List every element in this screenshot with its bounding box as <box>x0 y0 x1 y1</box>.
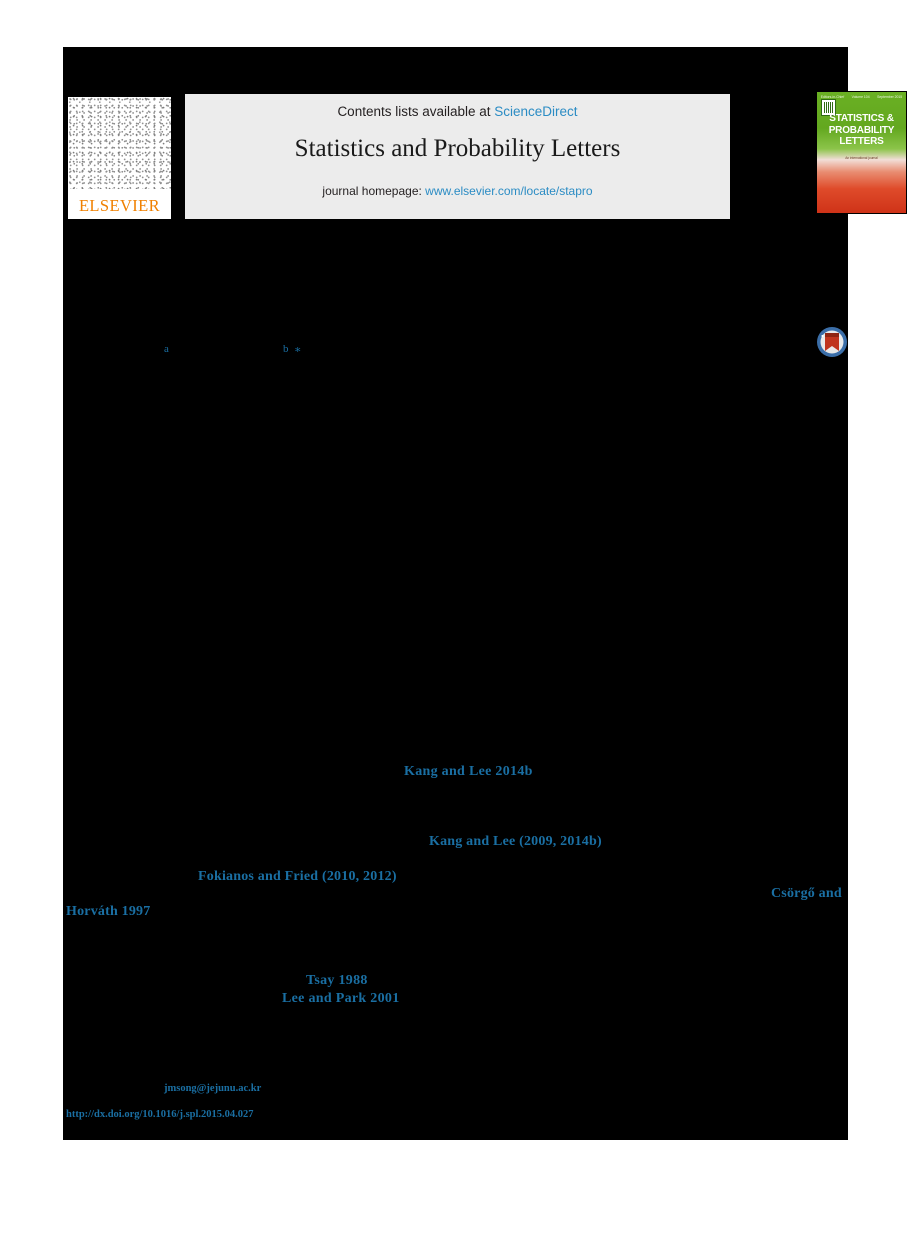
elsevier-wordmark: ELSEVIER <box>78 196 161 215</box>
citation-kang-lee-2009-2014b[interactable]: Kang and Lee (2009, 2014b) <box>429 834 602 850</box>
journal-cover-masthead-item-1: Volume 104 <box>851 95 870 99</box>
corresponding-author-email-link[interactable]: jmsong@jejunu.ac.kr <box>164 1083 261 1094</box>
journal-cover-title: STATISTICS & PROBABILITY LETTERS <box>817 113 906 148</box>
citation-tsay-1988[interactable]: Tsay 1988 <box>306 973 368 989</box>
journal-homepage-line: journal homepage: www.elsevier.com/locat… <box>322 184 592 198</box>
journal-cover-title-line-2: PROBABILITY <box>828 124 895 136</box>
citation-lee-park-2001[interactable]: Lee and Park 2001 <box>282 991 400 1007</box>
elsevier-tree-icon <box>68 97 171 189</box>
contents-lists-label: Contents lists available at <box>337 104 495 119</box>
author-affiliation-marker-a[interactable]: a <box>164 343 169 355</box>
corresponding-author-marker[interactable]: ∗ <box>294 343 301 356</box>
contents-lists-line: Contents lists available at ScienceDirec… <box>337 104 577 119</box>
journal-cover-title-line-1: STATISTICS & <box>829 113 894 124</box>
elsevier-logo: ELSEVIER <box>68 97 171 219</box>
citation-csorgo-horvath-part2[interactable]: Horváth 1997 <box>66 904 150 920</box>
crossmark-badge[interactable] <box>816 326 848 358</box>
author-affiliation-marker-b[interactable]: b <box>283 343 289 355</box>
journal-masthead: Contents lists available at ScienceDirec… <box>185 94 730 219</box>
citation-fokianos-fried[interactable]: Fokianos and Fried (2010, 2012) <box>198 869 397 885</box>
journal-cover-masthead-item-2: September 2015 <box>877 95 903 99</box>
citation-kang-lee-2014b[interactable]: Kang and Lee 2014b <box>404 764 533 780</box>
journal-homepage-label: journal homepage: <box>322 184 426 198</box>
crossmark-icon <box>817 327 847 357</box>
journal-homepage-link[interactable]: www.elsevier.com/locate/stapro <box>425 184 592 198</box>
sciencedirect-link[interactable]: ScienceDirect <box>494 104 577 119</box>
citation-csorgo-horvath-part1[interactable]: Csörgő and <box>771 886 842 902</box>
journal-cover-subtitle: An international journal <box>845 156 878 160</box>
journal-cover-thumbnail: Editors-in-Chief Volume 104 September 20… <box>816 91 907 214</box>
doi-link[interactable]: http://dx.doi.org/10.1016/j.spl.2015.04.… <box>66 1109 254 1120</box>
article-page: ELSEVIER Contents lists available at Sci… <box>63 47 907 1140</box>
journal-cover-title-line-3: LETTERS <box>839 136 884 147</box>
journal-title: Statistics and Probability Letters <box>294 135 621 162</box>
